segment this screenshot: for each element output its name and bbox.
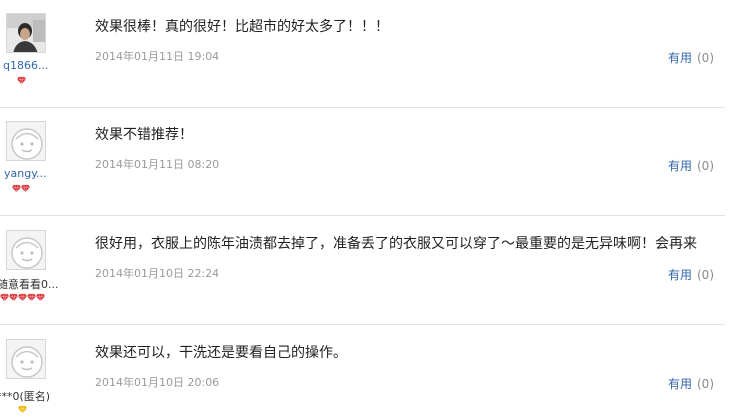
review-text: 效果不错推荐！: [95, 127, 193, 143]
avatar[interactable]: [6, 339, 46, 379]
reviewer-info: q1866...: [0, 0, 62, 108]
review-item: 随意看看0... 很好用，衣服上的陈年油渍都去掉了，准备丢了的衣服又可以穿了～最…: [0, 217, 730, 325]
avatar[interactable]: [6, 13, 46, 53]
useful-count: (0): [697, 268, 714, 282]
avatar[interactable]: [6, 121, 46, 161]
username[interactable]: yangy...: [4, 167, 47, 180]
user-level: [18, 405, 27, 414]
level-gem-icon: [18, 405, 27, 414]
default-face-icon: [7, 231, 45, 269]
review-item: q1866... 效果很棒！真的很好！比超市的好太多了！！！ 2014年01月1…: [0, 0, 730, 108]
reviewer-info: 随意看看0...: [0, 217, 62, 325]
level-gem-icon: [0, 293, 9, 302]
level-gem-icon: [36, 293, 45, 302]
level-gem-icon: [9, 293, 18, 302]
review-date: 2014年01月11日 08:20: [95, 158, 220, 171]
divider: [0, 324, 725, 325]
useful-button[interactable]: 有用: [668, 377, 692, 391]
useful-count: (0): [697, 51, 714, 65]
review-date: 2014年01月10日 20:06: [95, 376, 220, 389]
useful-vote: 有用 (0): [668, 266, 714, 283]
username[interactable]: 随意看看0...: [0, 276, 59, 292]
useful-vote: 有用 (0): [668, 375, 714, 392]
useful-count: (0): [697, 159, 714, 173]
useful-count: (0): [697, 377, 714, 391]
review-text: 很好用，衣服上的陈年油渍都去掉了，准备丢了的衣服又可以穿了～最重要的是无异味啊！…: [95, 236, 697, 252]
review-text: 效果还可以，干洗还是要看自己的操作。: [95, 345, 347, 361]
level-gem-icon: [27, 293, 36, 302]
username[interactable]: ***0(匿名): [0, 388, 50, 404]
level-gem-icon: [12, 184, 21, 193]
useful-button[interactable]: 有用: [668, 51, 692, 65]
user-level: [12, 184, 30, 193]
level-gem-icon: [17, 76, 26, 85]
default-face-icon: [7, 122, 45, 160]
reviewer-info: yangy...: [0, 108, 62, 216]
reviewer-info: ***0(匿名): [0, 326, 62, 419]
user-level: [17, 76, 26, 85]
review-item: ***0(匿名) 效果还可以，干洗还是要看自己的操作。 2014年01月10日 …: [0, 326, 730, 419]
review-item: yangy... 效果不错推荐！ 2014年01月11日 08:20 有用 (0): [0, 108, 730, 216]
avatar[interactable]: [6, 230, 46, 270]
user-level: [0, 293, 45, 302]
review-date: 2014年01月11日 19:04: [95, 50, 220, 63]
useful-button[interactable]: 有用: [668, 159, 692, 173]
default-face-icon: [7, 340, 45, 378]
useful-button[interactable]: 有用: [668, 268, 692, 282]
level-gem-icon: [21, 184, 30, 193]
review-date: 2014年01月10日 22:24: [95, 267, 220, 280]
level-gem-icon: [18, 293, 27, 302]
useful-vote: 有用 (0): [668, 157, 714, 174]
useful-vote: 有用 (0): [668, 49, 714, 66]
review-text: 效果很棒！真的很好！比超市的好太多了！！！: [95, 19, 389, 35]
divider: [0, 215, 725, 216]
username[interactable]: q1866...: [3, 59, 48, 72]
